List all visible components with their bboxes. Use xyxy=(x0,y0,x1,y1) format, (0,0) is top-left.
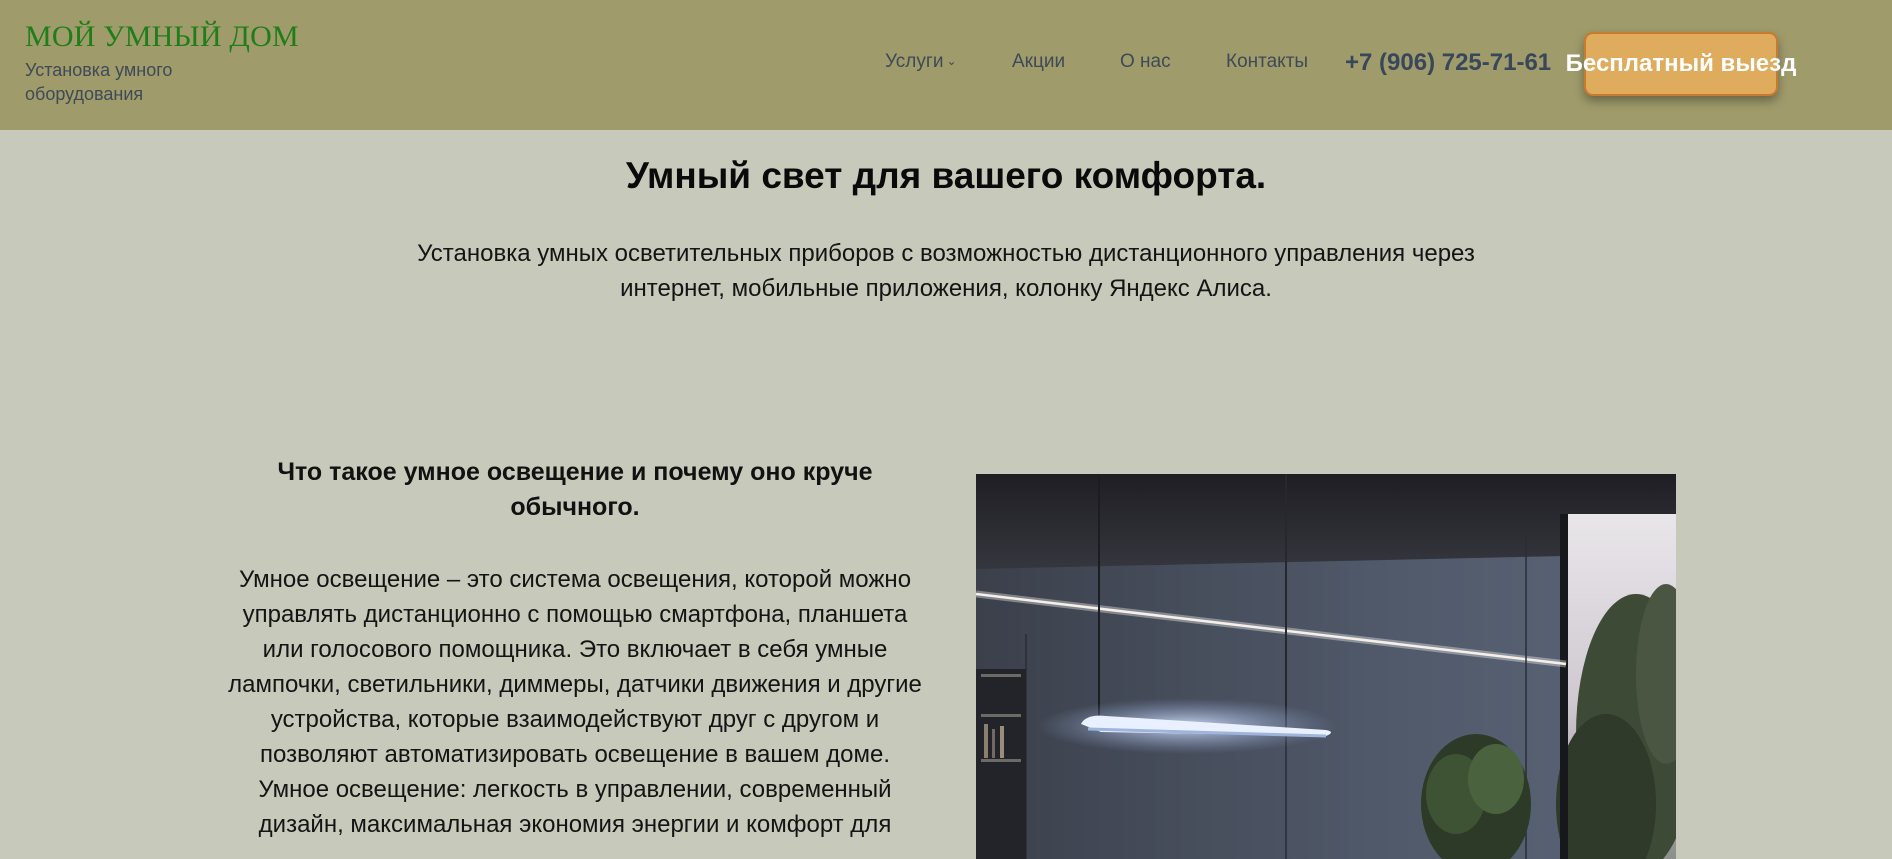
site-tagline: Установка умного оборудования xyxy=(25,60,173,104)
hero-subtitle: Установка умных осветительных приборов с… xyxy=(417,240,1475,302)
nav-item-services[interactable]: Услуги ⌄ xyxy=(885,51,957,73)
section-paragraph: Умное освещение: легкость в управлении, … xyxy=(258,776,892,838)
nav-item-label: Услуги xyxy=(885,51,944,72)
site-logo[interactable]: МОЙ УМНЫЙ ДОМ xyxy=(25,20,299,54)
smart-lighting-photo xyxy=(976,474,1676,859)
site-header: МОЙ УМНЫЙ ДОМ Установка умного оборудова… xyxy=(0,0,1892,130)
nav-item-contacts[interactable]: Контакты xyxy=(1226,51,1308,73)
free-visit-button[interactable]: Бесплатный выезд xyxy=(1566,32,1796,96)
section-title: Что такое умное освещение и почему оно к… xyxy=(277,458,873,521)
nav-item-promos[interactable]: Акции xyxy=(1012,51,1065,73)
page-title: Умный свет для вашего комфорта. xyxy=(625,155,1267,196)
phone-link[interactable]: +7 (906) 725-71-61 xyxy=(1345,49,1551,77)
nav-item-about[interactable]: О нас xyxy=(1120,51,1171,73)
section-paragraph: Умное освещение – это система освещения,… xyxy=(228,566,922,768)
section-body: Умное освещение – это система освещения,… xyxy=(220,562,930,842)
chevron-down-icon: ⌄ xyxy=(946,54,957,68)
